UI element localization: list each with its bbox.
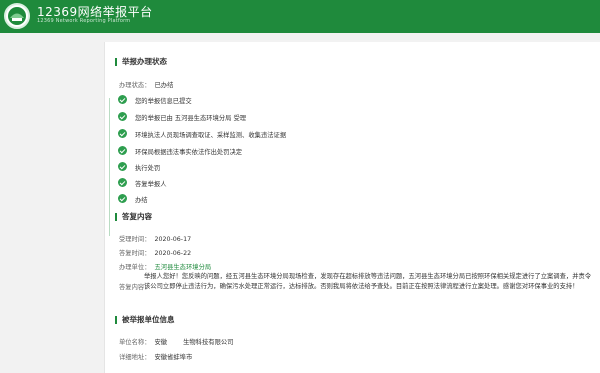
handling-unit-row: 办理单位： 五河县生态环境分局 xyxy=(119,262,211,271)
unit-address-value: 安徽省蚌埠市 xyxy=(154,354,193,361)
section-title-reply: 答复内容 xyxy=(115,213,152,221)
top-bar: 12369网络举报平台 12369 Network Reporting Plat… xyxy=(0,0,600,33)
section-title-reported-unit: 被举报单位信息 xyxy=(115,316,175,324)
reply-time-value: 2020-06-22 xyxy=(154,250,192,257)
logo-icon xyxy=(8,7,26,25)
site-subtitle: 12369 Network Reporting Platform xyxy=(37,18,131,24)
status-row: 办理状态： 已办结 xyxy=(119,80,173,89)
report-detail-card: 举报办理状态 办理状态： 已办结 您的举报信息已提交 您的举报已由 五河县生态环境… xyxy=(104,42,600,373)
reply-time-row: 答复时间： 2020-06-22 xyxy=(119,248,191,257)
step-check-icon xyxy=(118,129,127,138)
handling-unit-value: 五河县生态环境分局 xyxy=(154,264,212,271)
reply-content-text: 举报人您好！您反映的问题，经五河县生态环境分局现场检查，发现存在超标排放等违法问… xyxy=(144,273,592,290)
step-check-icon xyxy=(118,194,127,203)
step-5: 执行处罚 xyxy=(135,165,161,172)
step-check-icon xyxy=(118,112,127,121)
unit-address-label: 详细地址： xyxy=(119,354,151,361)
step-check-icon xyxy=(118,95,127,104)
timeline-line xyxy=(109,98,110,236)
reply-time-label: 答复时间： xyxy=(119,250,151,257)
logo[interactable] xyxy=(4,3,30,29)
step-2: 您的举报已由 五河县生态环境分局 受理 xyxy=(135,115,247,122)
step-check-icon xyxy=(118,146,127,155)
step-check-icon xyxy=(118,162,127,171)
step-3: 环境执法人员现场调查取证、采样监测、收集违法证据 xyxy=(135,132,287,139)
status-value: 已办结 xyxy=(154,82,174,89)
step-1: 您的举报信息已提交 xyxy=(135,98,192,105)
accept-time-label: 受理时间： xyxy=(119,236,151,243)
unit-name-row: 单位名称： 安徽 生物科技有限公司 xyxy=(119,337,233,346)
unit-address-row: 详细地址： 安徽省蚌埠市 xyxy=(119,352,192,361)
step-7: 办结 xyxy=(135,197,148,204)
status-label: 办理状态： xyxy=(119,82,151,89)
step-4: 环保局根据违法事实依法作出处罚决定 xyxy=(135,149,243,156)
section-title-status: 举报办理状态 xyxy=(115,58,167,66)
unit-name-label: 单位名称： xyxy=(119,339,151,346)
step-6: 答复举报人 xyxy=(135,181,167,188)
handling-unit-label: 办理单位： xyxy=(119,264,151,271)
unit-name-value: 安徽 生物科技有限公司 xyxy=(154,339,234,346)
step-check-icon xyxy=(118,178,127,187)
accept-time-value: 2020-06-17 xyxy=(154,236,192,243)
accept-time-row: 受理时间： 2020-06-17 xyxy=(119,234,191,243)
